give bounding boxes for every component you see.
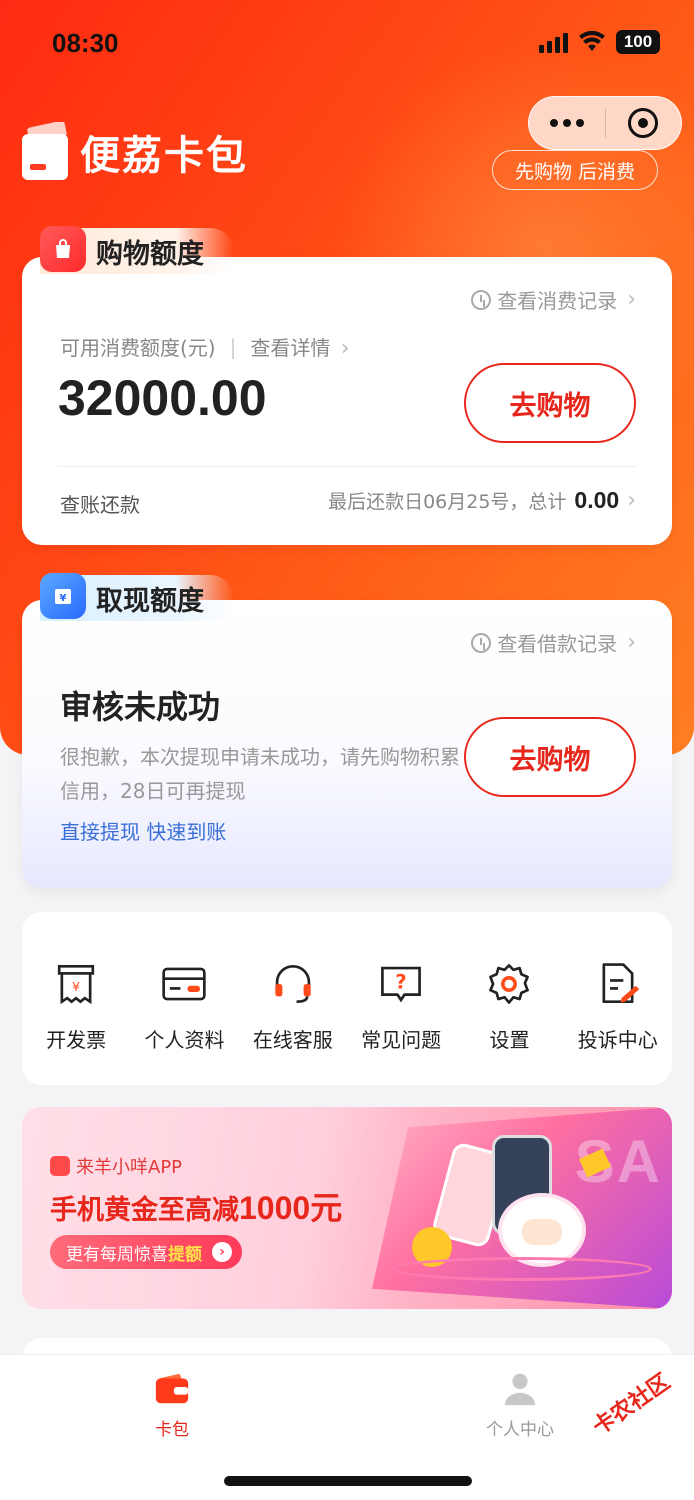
complaint-icon	[592, 958, 644, 1010]
menu-label: 在线客服	[252, 1028, 333, 1052]
tab-profile[interactable]: 个人中心	[440, 1369, 600, 1440]
view-details-link[interactable]: 查看详情 ›	[250, 332, 349, 361]
banner-artwork: SA	[372, 1107, 672, 1309]
check-bill-repay-link[interactable]: 查账还款	[60, 489, 140, 518]
go-shopping-button-2[interactable]: 去购物	[464, 717, 636, 797]
user-icon	[504, 1373, 536, 1406]
menu-item-settings[interactable]: 设置	[455, 912, 563, 1085]
details-link-text: 查看详情	[250, 336, 331, 360]
question-icon: ?	[375, 958, 427, 1010]
status-icons: 100	[539, 30, 660, 54]
chevron-right-icon: ›	[627, 287, 636, 312]
menu-label: 个人资料	[144, 1028, 225, 1052]
review-status-description: 很抱歉，本次提现申请未成功，请先购物积累信用，28日可再提现	[60, 745, 460, 803]
view-consumption-record-link[interactable]: 查看消费记录 ›	[471, 285, 636, 314]
cash-box-icon: ¥	[40, 573, 86, 619]
more-dots-icon	[549, 119, 584, 127]
cash-credit-tab: ¥ 取现额度	[40, 573, 234, 621]
record-link-label: 查看消费记录	[497, 289, 618, 313]
banner-app-label: 来羊小咩APP	[76, 1157, 183, 1178]
shopping-credit-card: 查看消费记录 › 可用消费额度(元) | 查看详情 › 32000.00 去购物…	[22, 257, 672, 545]
clock-icon	[471, 632, 492, 653]
cash-credit-card: 查看借款记录 › 审核未成功 很抱歉，本次提现申请未成功，请先购物积累信用，28…	[22, 600, 672, 888]
clock-icon	[471, 289, 492, 310]
service-menu: ¥ 开发票 个人资料 在线客服 ? 常见问题 设置 投诉中心	[22, 912, 672, 1085]
menu-label: 设置	[489, 1028, 530, 1052]
tab-wallet[interactable]: 卡包	[92, 1369, 252, 1440]
promo-banner[interactable]: SA 来羊小咩APP 手机黄金至高减1000元 更有每周惊喜 提额 ›	[22, 1107, 672, 1309]
app-name: 便荔卡包	[80, 133, 248, 179]
tab-label: 卡包	[155, 1420, 189, 1440]
menu-label: 常见问题	[361, 1028, 442, 1052]
chevron-right-icon: ›	[340, 336, 350, 361]
available-credit-label: 可用消费额度(元) | 查看详情 ›	[60, 332, 350, 362]
shopping-credit-tab: 购物额度	[40, 226, 234, 274]
gear-icon	[483, 958, 535, 1010]
svg-text:?: ?	[395, 970, 406, 993]
go-shopping-button[interactable]: 去购物	[464, 363, 636, 443]
chevron-right-icon: ›	[627, 488, 636, 513]
status-time: 08:30	[52, 28, 119, 58]
shopping-bag-icon	[40, 226, 86, 272]
banner-title-prefix: 手机黄金至高减	[50, 1195, 239, 1226]
available-amount: 32000.00	[58, 370, 267, 426]
bill-total: 0.00	[574, 487, 620, 513]
tab-label: 个人中心	[486, 1420, 554, 1440]
slogan-badge: 先购物 后消费	[492, 150, 658, 190]
wallet-icon	[155, 1373, 189, 1404]
banner-title-amount: 1000元	[239, 1190, 343, 1226]
shopping-credit-title: 购物额度	[96, 238, 204, 270]
available-label-text: 可用消费额度(元)	[60, 336, 216, 360]
close-button[interactable]	[606, 97, 682, 149]
svg-text:¥: ¥	[72, 980, 80, 994]
more-button[interactable]	[529, 97, 605, 149]
mini-program-capsule	[528, 96, 682, 150]
banner-pill-highlight: 提额	[168, 1244, 202, 1265]
arrow-right-icon: ›	[212, 1242, 232, 1262]
app-mini-icon	[50, 1156, 70, 1176]
record-link-label: 查看借款记录	[497, 632, 618, 656]
menu-item-complaint[interactable]: 投诉中心	[564, 912, 672, 1085]
view-loan-record-link[interactable]: 查看借款记录 ›	[471, 628, 636, 657]
signal-icon	[539, 31, 568, 53]
menu-label: 投诉中心	[577, 1028, 658, 1052]
banner-app-name: 来羊小咩APP	[50, 1153, 182, 1179]
menu-item-online-service[interactable]: 在线客服	[239, 912, 347, 1085]
banner-title: 手机黄金至高减1000元	[50, 1183, 342, 1229]
chevron-right-icon: ›	[627, 630, 636, 655]
wifi-icon	[579, 31, 605, 51]
headset-icon	[267, 958, 319, 1010]
direct-withdraw-link[interactable]: 直接提现 快速到账	[60, 816, 226, 845]
menu-item-faq[interactable]: ? 常见问题	[347, 912, 455, 1085]
banner-cta-pill[interactable]: 更有每周惊喜 提额 ›	[50, 1235, 242, 1269]
home-indicator[interactable]	[224, 1476, 472, 1486]
id-card-icon	[158, 958, 210, 1010]
banner-pill-text: 更有每周惊喜	[66, 1244, 168, 1265]
review-status-title: 审核未成功	[60, 688, 221, 726]
divider	[58, 466, 636, 467]
bill-due-text: 最后还款日06月25号，总计	[328, 491, 567, 513]
cash-credit-title: 取现额度	[96, 585, 204, 617]
bill-info-link[interactable]: 最后还款日06月25号，总计 0.00 ›	[328, 487, 636, 514]
invoice-icon: ¥	[50, 958, 102, 1010]
menu-item-profile[interactable]: 个人资料	[130, 912, 238, 1085]
menu-item-invoice[interactable]: ¥ 开发票	[22, 912, 130, 1085]
wallet-logo-icon	[22, 122, 68, 180]
menu-label: 开发票	[46, 1028, 107, 1052]
target-icon	[628, 108, 659, 138]
app-logo: 便荔卡包	[22, 122, 248, 182]
battery-icon: 100	[616, 30, 660, 54]
svg-text:¥: ¥	[60, 593, 67, 604]
